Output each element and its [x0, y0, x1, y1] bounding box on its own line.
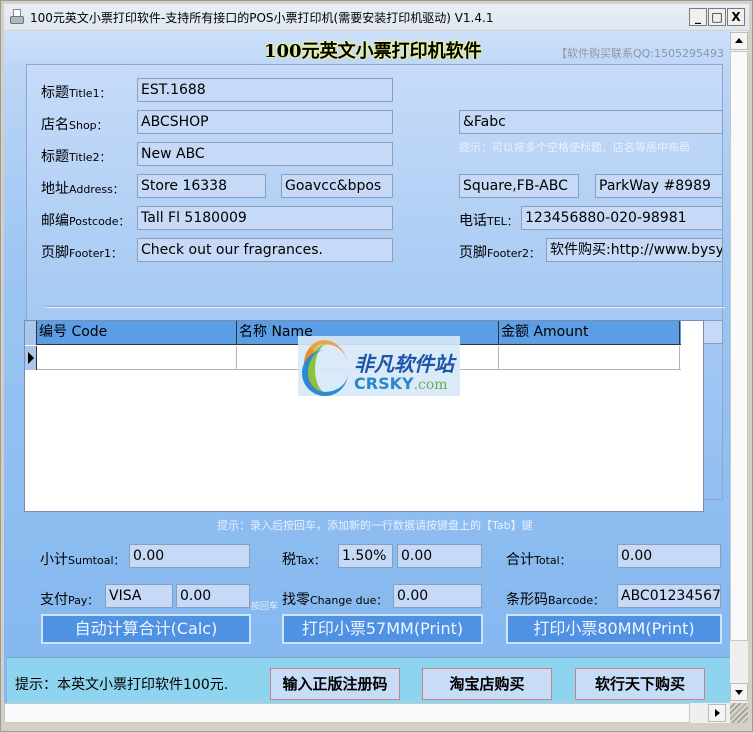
- close-button[interactable]: X: [727, 8, 745, 26]
- print-80mm-button[interactable]: 打印小票80MM(Print): [506, 614, 722, 644]
- maximize-button[interactable]: □: [708, 8, 726, 26]
- client-area: 100元英文小票打印机软件 【软件购买联系QQ:1505295493 标题Tit…: [4, 31, 730, 705]
- postcode-label: 邮编Postcode：: [41, 213, 130, 229]
- subtotal-label: 小计Sumtoal：: [40, 552, 125, 568]
- tax-label: 税Tax：: [282, 552, 326, 568]
- printer-icon: [8, 8, 26, 26]
- window-title: 100元英文小票打印软件-支持所有接口的POS小票打印机(需要安装打印机驱动) …: [30, 10, 494, 25]
- total-label: 合计Total：: [506, 552, 571, 568]
- vertical-scroll-thumb[interactable]: [730, 51, 748, 641]
- footer2-input[interactable]: 软件购买:http://www.bysy: [546, 238, 723, 262]
- vertical-scrollbar[interactable]: [730, 31, 748, 703]
- footer2-label: 页脚Footer2：: [459, 245, 540, 261]
- current-row-indicator-icon: [25, 346, 37, 370]
- price-hint: 提示：本英文小票打印软件100元.: [15, 677, 229, 693]
- address-input-4[interactable]: ParkWay #8989: [595, 174, 723, 198]
- address-input-3[interactable]: Square,FB-ABC: [459, 174, 579, 198]
- tel-label: 电话TEL：: [459, 213, 518, 229]
- shop-label: 店名Shop：: [41, 117, 108, 133]
- horizontal-scrollbar[interactable]: [4, 703, 730, 723]
- change-label: 找零Change due：: [282, 592, 388, 608]
- address-input-2[interactable]: Goavcc&bpos: [281, 174, 393, 198]
- title1-input[interactable]: EST.1688: [137, 78, 393, 102]
- address-label: 地址Address：: [41, 181, 124, 197]
- title1-label: 标题Title1：: [41, 85, 111, 101]
- minimize-button[interactable]: _: [689, 8, 707, 26]
- scroll-right-icon[interactable]: [708, 704, 726, 722]
- grid-corner: [25, 321, 37, 345]
- shop-input[interactable]: ABCSHOP: [137, 110, 393, 134]
- section-divider: [45, 306, 725, 308]
- barcode-label: 条形码Barcode：: [506, 592, 605, 608]
- watermark-cn-text: 非凡软件站: [354, 352, 454, 376]
- footer1-input[interactable]: Check out our fragrances.: [137, 238, 393, 262]
- change-input[interactable]: 0.00: [393, 584, 482, 608]
- app-heading: 100元英文小票打印机软件: [264, 41, 482, 62]
- cell-code[interactable]: [37, 346, 237, 370]
- title2-input[interactable]: New ABC: [137, 142, 393, 166]
- barcode-input[interactable]: ABC01234567: [617, 584, 721, 608]
- grid-hint: 提示：录入后按回车，添加新的一行数据请按键盘上的【Tab】键: [217, 519, 533, 532]
- column-header-code[interactable]: 编号 Code: [37, 321, 237, 345]
- taobao-buy-button[interactable]: 淘宝店购买: [422, 668, 552, 700]
- enter-registration-code-button[interactable]: 输入正版注册码: [270, 668, 400, 700]
- horizontal-scroll-thumb[interactable]: [4, 703, 690, 723]
- watermark-en-text: CRSKY.com: [354, 374, 448, 393]
- total-input[interactable]: 0.00: [617, 544, 721, 568]
- postcode-input[interactable]: Tall Fl 5180009: [137, 206, 393, 230]
- print-57mm-button[interactable]: 打印小票57MM(Print): [282, 614, 483, 644]
- tel-input[interactable]: 123456880-020-98981: [521, 206, 723, 230]
- pay-label: 支付Pay：: [40, 592, 99, 608]
- subtotal-input[interactable]: 0.00: [129, 544, 250, 568]
- resize-grip-icon[interactable]: [730, 703, 748, 723]
- title2-label: 标题Title2：: [41, 149, 111, 165]
- press-enter-hint: 按回车: [251, 602, 279, 612]
- footer1-label: 页脚Footer1：: [41, 245, 122, 261]
- column-header-amount[interactable]: 金额 Amount: [499, 321, 680, 345]
- app-window: 100元英文小票打印软件-支持所有接口的POS小票打印机(需要安装打印机驱动) …: [0, 0, 753, 732]
- ruanxing-buy-button[interactable]: 软行天下购买: [575, 668, 705, 700]
- crsky-watermark-logo: 非凡软件站 CRSKY.com: [298, 336, 460, 398]
- scroll-up-icon[interactable]: [730, 32, 748, 50]
- address-input-1[interactable]: Store 16338: [137, 174, 266, 198]
- purchase-bar: 提示：本英文小票打印软件100元. 输入正版注册码 淘宝店购买 软行天下购买: [7, 657, 730, 705]
- cell-amount[interactable]: [499, 346, 680, 370]
- scroll-down-icon[interactable]: [730, 683, 748, 701]
- contact-info: 【软件购买联系QQ:1505295493: [556, 47, 725, 60]
- centering-hint: 提示：可以按多个空格使标题、店名等居中布局: [459, 141, 690, 154]
- calc-button[interactable]: 自动计算合计(Calc): [41, 614, 251, 644]
- tax-rate-input[interactable]: 1.50%: [338, 544, 393, 568]
- pay-amount-input[interactable]: 0.00: [176, 584, 250, 608]
- title-bar: 100元英文小票打印软件-支持所有接口的POS小票打印机(需要安装打印机驱动) …: [4, 4, 749, 30]
- pay-method-input[interactable]: VISA: [105, 584, 173, 608]
- shop-input-2[interactable]: &Fabc: [459, 110, 723, 134]
- tax-amount-input[interactable]: 0.00: [397, 544, 482, 568]
